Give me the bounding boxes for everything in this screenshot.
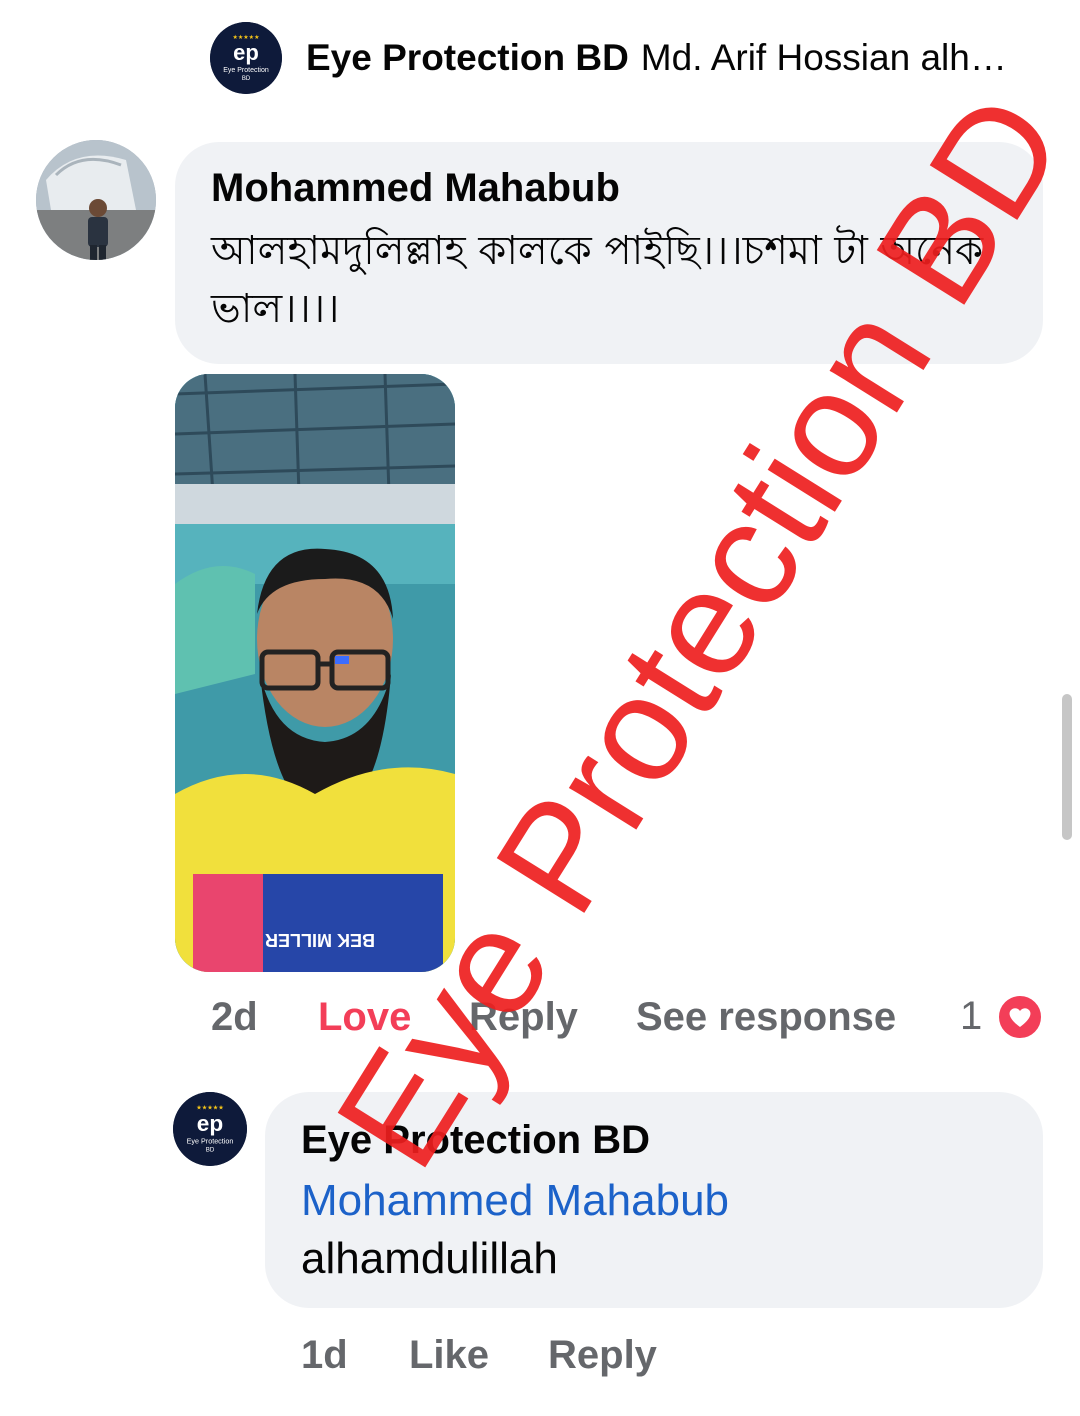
reaction-count[interactable]: 1 (960, 994, 982, 1039)
reply-button[interactable]: Reply (469, 995, 578, 1040)
shirt-print-text: BEK MILLER (265, 930, 375, 950)
commenter-avatar[interactable] (36, 140, 156, 260)
reply-author[interactable]: Eye Protection BD (301, 1118, 650, 1163)
scrollbar[interactable] (1062, 694, 1072, 840)
collapsed-reply-preview: Md. Arif Hossian alh… (640, 37, 1007, 78)
reply-author-avatar[interactable]: ★★★★★ ep Eye Protection BD (173, 1092, 247, 1166)
collapsed-reply[interactable]: Eye Protection BD Md. Arif Hossian alh… (306, 36, 1046, 80)
svg-text:ep: ep (233, 40, 259, 65)
reply-mention-link[interactable]: Mohammed Mahabub (301, 1176, 729, 1226)
page-avatar[interactable]: ★★★★★ ep Eye Protection BD (210, 22, 282, 94)
like-button[interactable]: Like (409, 1333, 489, 1378)
love-button[interactable]: Love (318, 995, 411, 1040)
reply-time: 1d (301, 1333, 348, 1377)
comment-time: 2d (211, 995, 258, 1039)
eye-protection-logo-icon: ★★★★★ ep Eye Protection BD (173, 1092, 247, 1166)
comment-author[interactable]: Mohammed Mahabub (211, 166, 620, 211)
svg-text:Eye Protection: Eye Protection (187, 1136, 234, 1145)
profile-photo-icon (36, 140, 156, 260)
see-response-button[interactable]: See response (636, 995, 896, 1040)
collapsed-reply-author[interactable]: Eye Protection BD (306, 37, 629, 78)
comment-text: আলহামদুলিল্লাহ কালকে পাইছি।।।চশমা টা অনে… (211, 228, 984, 332)
love-reaction-icon[interactable] (996, 993, 1044, 1041)
comment-photo[interactable]: BEK MILLER (175, 374, 455, 972)
reply-text: alhamdulillah (301, 1234, 558, 1283)
reply-reply-button[interactable]: Reply (548, 1333, 657, 1378)
eye-protection-logo-icon: ★★★★★ ep Eye Protection BD (210, 22, 282, 94)
svg-text:Eye Protection: Eye Protection (223, 67, 269, 74)
attached-selfie-image: BEK MILLER (175, 374, 455, 972)
svg-text:BD: BD (242, 76, 251, 82)
svg-text:ep: ep (197, 1111, 223, 1136)
svg-text:BD: BD (206, 1147, 215, 1154)
